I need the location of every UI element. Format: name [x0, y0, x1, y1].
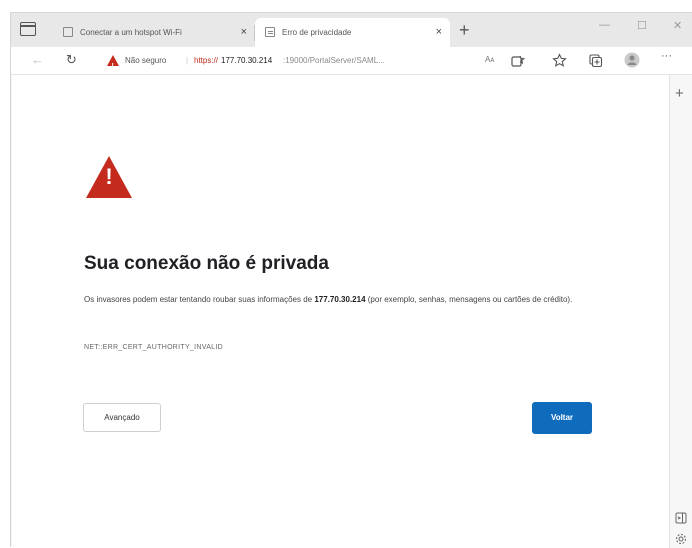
close-window-button[interactable]: ✕ — [673, 19, 682, 32]
page-title: Sua conexão não é privada — [84, 253, 329, 274]
sidebar-toggle-icon[interactable] — [675, 512, 687, 524]
favorites-add-icon[interactable] — [511, 54, 525, 68]
warning-icon: ! — [86, 156, 132, 198]
minimize-button[interactable]: — — [599, 19, 610, 31]
page-icon — [265, 27, 275, 37]
url-scheme: https:// — [194, 56, 219, 65]
exclamation-mark: ! — [105, 164, 113, 189]
tab-wifi-hotspot[interactable]: Conectar a um hotspot Wi-Fi × — [53, 18, 255, 47]
collections-icon[interactable] — [588, 53, 603, 68]
advanced-button[interactable]: Avançado — [83, 403, 161, 432]
tab-privacy-error[interactable]: Erro de privacidade × — [255, 18, 450, 47]
warning-icon[interactable] — [107, 55, 119, 71]
error-code: NET::ERR_CERT_AUTHORITY_INVALID — [84, 344, 223, 351]
profile-avatar-icon[interactable] — [624, 52, 640, 68]
more-options-icon[interactable]: ··· — [661, 50, 672, 62]
tab-actions-icon[interactable] — [20, 22, 36, 36]
close-tab-icon[interactable]: × — [241, 18, 247, 47]
add-icon[interactable]: + — [675, 85, 684, 102]
description-text-end: (por exemplo, senhas, mensagens ou cartõ… — [365, 295, 573, 304]
description-host: 177.70.30.214 — [314, 295, 366, 304]
tab-title: Conectar a um hotspot Wi-Fi — [80, 28, 182, 37]
not-secure-label[interactable]: Não seguro — [125, 50, 166, 71]
read-aloud-icon[interactable]: Aᴀ — [485, 55, 494, 64]
address-separator: | — [186, 56, 189, 65]
page-icon — [63, 27, 73, 37]
description-text: Os invasores podem estar tentando roubar… — [84, 295, 315, 304]
close-tab-icon[interactable]: × — [436, 18, 442, 47]
sidebar: + — [669, 75, 692, 548]
back-button[interactable]: Voltar — [532, 402, 592, 434]
back-icon[interactable]: ← — [31, 52, 44, 67]
page-content: ! Sua conexão não é privada Os invasores… — [12, 75, 669, 548]
url-host: 177.70.30.214 — [221, 56, 273, 65]
browser-window: Conectar a um hotspot Wi-Fi × Erro de pr… — [10, 12, 692, 548]
error-description: Os invasores podem estar tentando roubar… — [84, 291, 584, 308]
toolbar: ← ↻ Não seguro | https:// 177.70.30.214 … — [11, 47, 692, 75]
star-icon[interactable] — [552, 53, 567, 68]
url-path: :19000/PortalServer/SAML... — [283, 56, 385, 65]
settings-icon[interactable] — [675, 533, 687, 545]
reload-icon[interactable]: ↻ — [66, 52, 77, 68]
tab-strip: Conectar a um hotspot Wi-Fi × Erro de pr… — [11, 13, 692, 47]
address-bar[interactable]: Não seguro | https:// 177.70.30.214 :190… — [93, 50, 523, 71]
new-tab-button[interactable]: + — [459, 16, 470, 44]
tab-title: Erro de privacidade — [282, 28, 352, 37]
maximize-button[interactable]: ☐ — [637, 19, 647, 32]
